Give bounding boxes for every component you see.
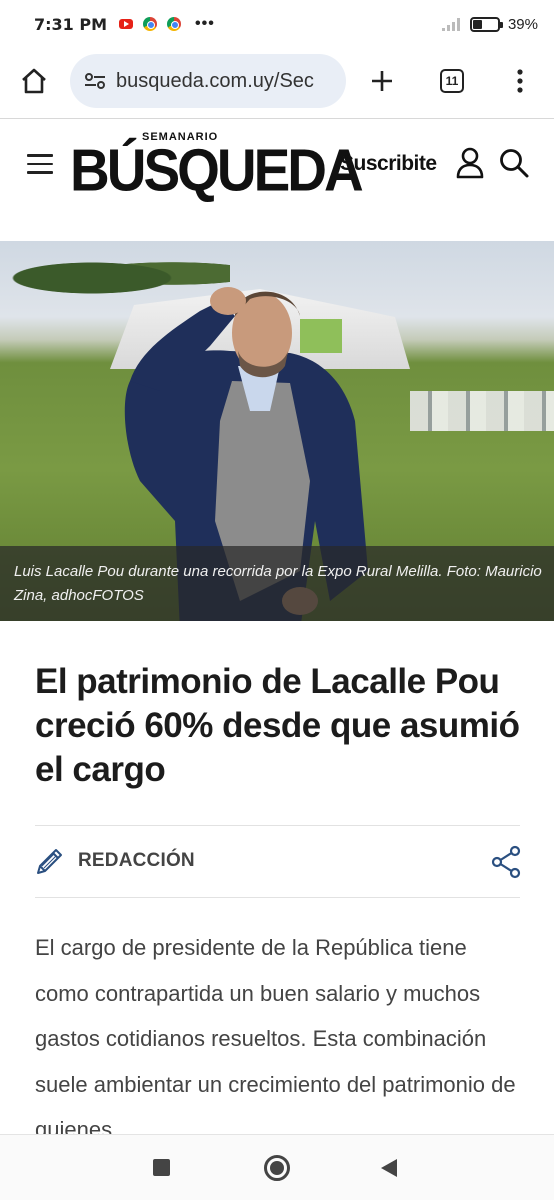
browser-toolbar: busqueda.com.uy/Sec 11 [0, 48, 554, 114]
chrome-icon [143, 17, 158, 31]
subscribe-link[interactable]: Suscribite [340, 152, 437, 176]
article-body: El cargo de presidente de la República t… [35, 935, 516, 1142]
back-icon[interactable] [381, 1159, 397, 1177]
pencil-icon [37, 849, 62, 874]
hero-image: Luis Lacalle Pou durante una recorrida p… [0, 241, 554, 621]
battery-icon [469, 16, 503, 32]
signal-icon [441, 18, 460, 31]
home-icon[interactable] [12, 59, 56, 103]
tab-switcher-icon[interactable]: 11 [430, 59, 474, 103]
site-logo[interactable]: BÚSQUEDA [70, 140, 364, 200]
system-nav-bar [0, 1134, 554, 1200]
background-cars [410, 391, 554, 431]
new-tab-icon[interactable] [360, 59, 404, 103]
more-notifications-icon: ••• [195, 15, 215, 32]
photo-caption-band: Luis Lacalle Pou durante una recorrida p… [0, 546, 554, 621]
site-settings-icon[interactable] [84, 72, 106, 90]
chrome-icon [167, 17, 182, 31]
byline-divider-bottom [35, 897, 520, 898]
status-bar: 7:31 PM ••• 39% [0, 0, 554, 48]
overflow-menu-icon[interactable] [498, 59, 542, 103]
url-bar[interactable]: busqueda.com.uy/Sec [70, 54, 346, 108]
notification-icons: ••• [119, 15, 215, 33]
search-icon[interactable] [498, 147, 530, 179]
status-time: 7:31 PM [34, 14, 108, 34]
url-text[interactable]: busqueda.com.uy/Sec [116, 70, 314, 93]
photo-caption: Luis Lacalle Pou durante una recorrida p… [14, 563, 542, 604]
recents-icon[interactable] [153, 1159, 170, 1176]
tab-count: 11 [440, 69, 464, 93]
share-icon[interactable] [490, 845, 522, 879]
battery-level [472, 19, 483, 29]
youtube-icon [119, 19, 134, 29]
user-icon[interactable] [455, 147, 485, 179]
article-headline: El patrimonio de Lacalle Pou creció 60% … [35, 662, 520, 789]
site-header: SEMANARIO BÚSQUEDA Suscribite [0, 119, 554, 241]
byline-divider-top [35, 825, 520, 826]
menu-icon[interactable] [27, 154, 55, 174]
home-circle-icon[interactable] [264, 1155, 290, 1181]
battery-percent: 39% [507, 15, 538, 33]
article-author[interactable]: REDACCIÓN [78, 850, 195, 872]
